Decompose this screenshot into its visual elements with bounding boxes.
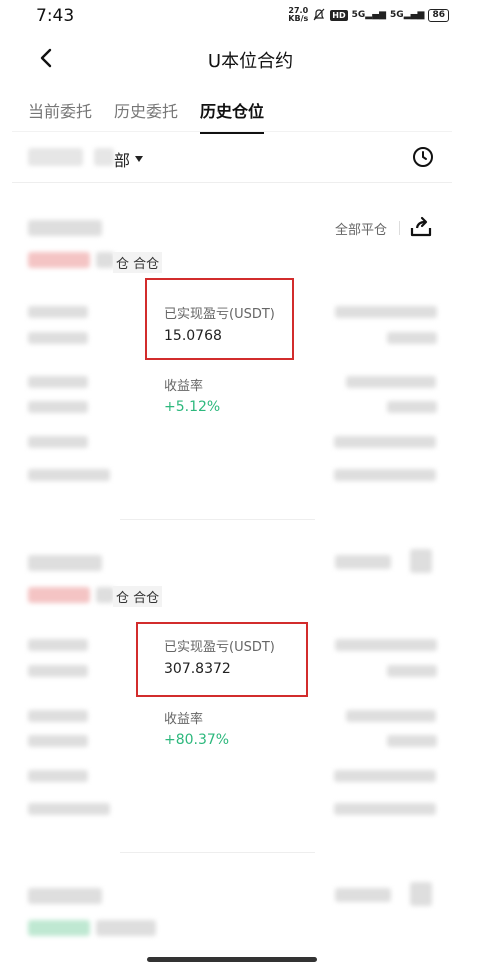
realized-pnl-value: 307.8372 bbox=[164, 661, 231, 677]
close-time-value-blurred bbox=[334, 469, 436, 481]
open-time-value-blurred bbox=[334, 436, 436, 448]
open-time-label-blurred bbox=[28, 770, 88, 782]
filter-symbol-dropdown[interactable] bbox=[28, 148, 83, 166]
margin-mode-tag: 仓 合仓 bbox=[113, 252, 163, 273]
share-icon-blurred bbox=[410, 882, 432, 906]
card-divider bbox=[120, 852, 315, 853]
left-label-blurred bbox=[28, 306, 88, 318]
position-card[interactable]: 仓 合仓 已实现盈亏(USDT) 307.8372 收益率 +80.37% bbox=[0, 535, 501, 855]
filter-type-label: 部 bbox=[114, 151, 131, 170]
filter-type-blur bbox=[94, 148, 114, 166]
left-value-blurred bbox=[28, 401, 88, 413]
history-clock-button[interactable] bbox=[411, 145, 435, 169]
signal-label-2: 5G bbox=[390, 10, 404, 20]
right-value-blurred bbox=[387, 735, 437, 747]
right-label-blurred bbox=[335, 306, 437, 318]
home-indicator[interactable] bbox=[147, 957, 317, 962]
right-value-blurred bbox=[387, 665, 437, 677]
margin-mode-tag: 仓 合仓 bbox=[113, 586, 163, 607]
close-time-label-blurred bbox=[28, 469, 110, 481]
mute-bell-icon bbox=[313, 8, 325, 21]
net-speed: 27.0 KB/s bbox=[288, 7, 308, 23]
symbol-name-blurred bbox=[28, 555, 102, 571]
tab-order-history[interactable]: 历史委托 bbox=[114, 98, 178, 134]
right-label-blurred bbox=[335, 639, 437, 651]
symbol-name-blurred bbox=[28, 220, 102, 236]
direction-tag-blurred bbox=[28, 920, 90, 936]
share-icon bbox=[410, 216, 432, 237]
position-card[interactable] bbox=[0, 870, 501, 967]
close-time-value-blurred bbox=[334, 803, 436, 815]
left-value-blurred bbox=[28, 665, 88, 677]
right-label-blurred bbox=[346, 710, 436, 722]
tab-divider bbox=[12, 131, 452, 132]
left-value-blurred bbox=[28, 735, 88, 747]
signal-icon-2: 5G▂▄▆ bbox=[390, 10, 425, 20]
header-separator bbox=[399, 221, 400, 235]
realized-pnl-label: 已实现盈亏(USDT) bbox=[164, 640, 275, 655]
yield-value: +5.12% bbox=[164, 399, 221, 415]
yield-label: 收益率 bbox=[164, 712, 204, 727]
direction-tag-blurred bbox=[28, 587, 90, 603]
tab-position-history[interactable]: 历史仓位 bbox=[200, 98, 265, 134]
yield-value: +80.37% bbox=[164, 732, 230, 748]
margin-mode-blurred bbox=[96, 920, 156, 936]
close-all-button[interactable]: 全部平仓 bbox=[335, 219, 387, 238]
open-time-value-blurred bbox=[334, 770, 436, 782]
leverage-tag-blurred bbox=[96, 252, 114, 268]
clock-icon bbox=[413, 147, 433, 167]
close-all-blurred bbox=[335, 888, 391, 902]
caret-down-icon bbox=[135, 156, 144, 162]
left-label-blurred bbox=[28, 710, 88, 722]
signal-icon-1: 5G▂▄▆ bbox=[351, 10, 387, 20]
tab-bar: 当前委托 历史委托 历史仓位 bbox=[28, 98, 286, 134]
yield-label: 收益率 bbox=[164, 379, 204, 394]
net-speed-unit: KB/s bbox=[288, 14, 309, 23]
open-time-label-blurred bbox=[28, 436, 88, 448]
close-time-label-blurred bbox=[28, 803, 110, 815]
filter-divider bbox=[12, 182, 452, 183]
left-label-blurred bbox=[28, 376, 88, 388]
page-title: U本位合约 bbox=[207, 51, 294, 72]
hd-badge: HD bbox=[330, 9, 348, 21]
leverage-tag-blurred bbox=[96, 587, 114, 603]
realized-pnl-label: 已实现盈亏(USDT) bbox=[164, 307, 275, 322]
share-button[interactable] bbox=[408, 214, 434, 240]
right-value-blurred bbox=[387, 401, 437, 413]
battery-indicator: 86 bbox=[428, 8, 449, 22]
card-divider bbox=[120, 519, 315, 520]
status-icons: 27.0 KB/s HD 5G▂▄▆ 5G▂▄▆ 86 bbox=[288, 7, 449, 23]
filter-type-dropdown[interactable]: 部 bbox=[114, 147, 144, 171]
symbol-name-blurred bbox=[28, 888, 102, 904]
tab-current-orders[interactable]: 当前委托 bbox=[28, 98, 92, 134]
position-card[interactable]: 全部平仓 仓 合仓 已实现盈亏(USDT) 15.0768 收益率 +5.12% bbox=[0, 200, 501, 520]
left-value-blurred bbox=[28, 332, 88, 344]
highlight-box bbox=[136, 622, 308, 697]
close-all-blurred bbox=[335, 555, 391, 569]
left-label-blurred bbox=[28, 639, 88, 651]
right-label-blurred bbox=[346, 376, 436, 388]
direction-tag-blurred bbox=[28, 252, 90, 268]
share-icon-blurred bbox=[410, 549, 432, 573]
signal-label-1: 5G bbox=[351, 10, 366, 20]
realized-pnl-value: 15.0768 bbox=[164, 328, 222, 344]
status-time: 7:43 bbox=[36, 6, 75, 26]
right-value-blurred bbox=[387, 332, 437, 344]
